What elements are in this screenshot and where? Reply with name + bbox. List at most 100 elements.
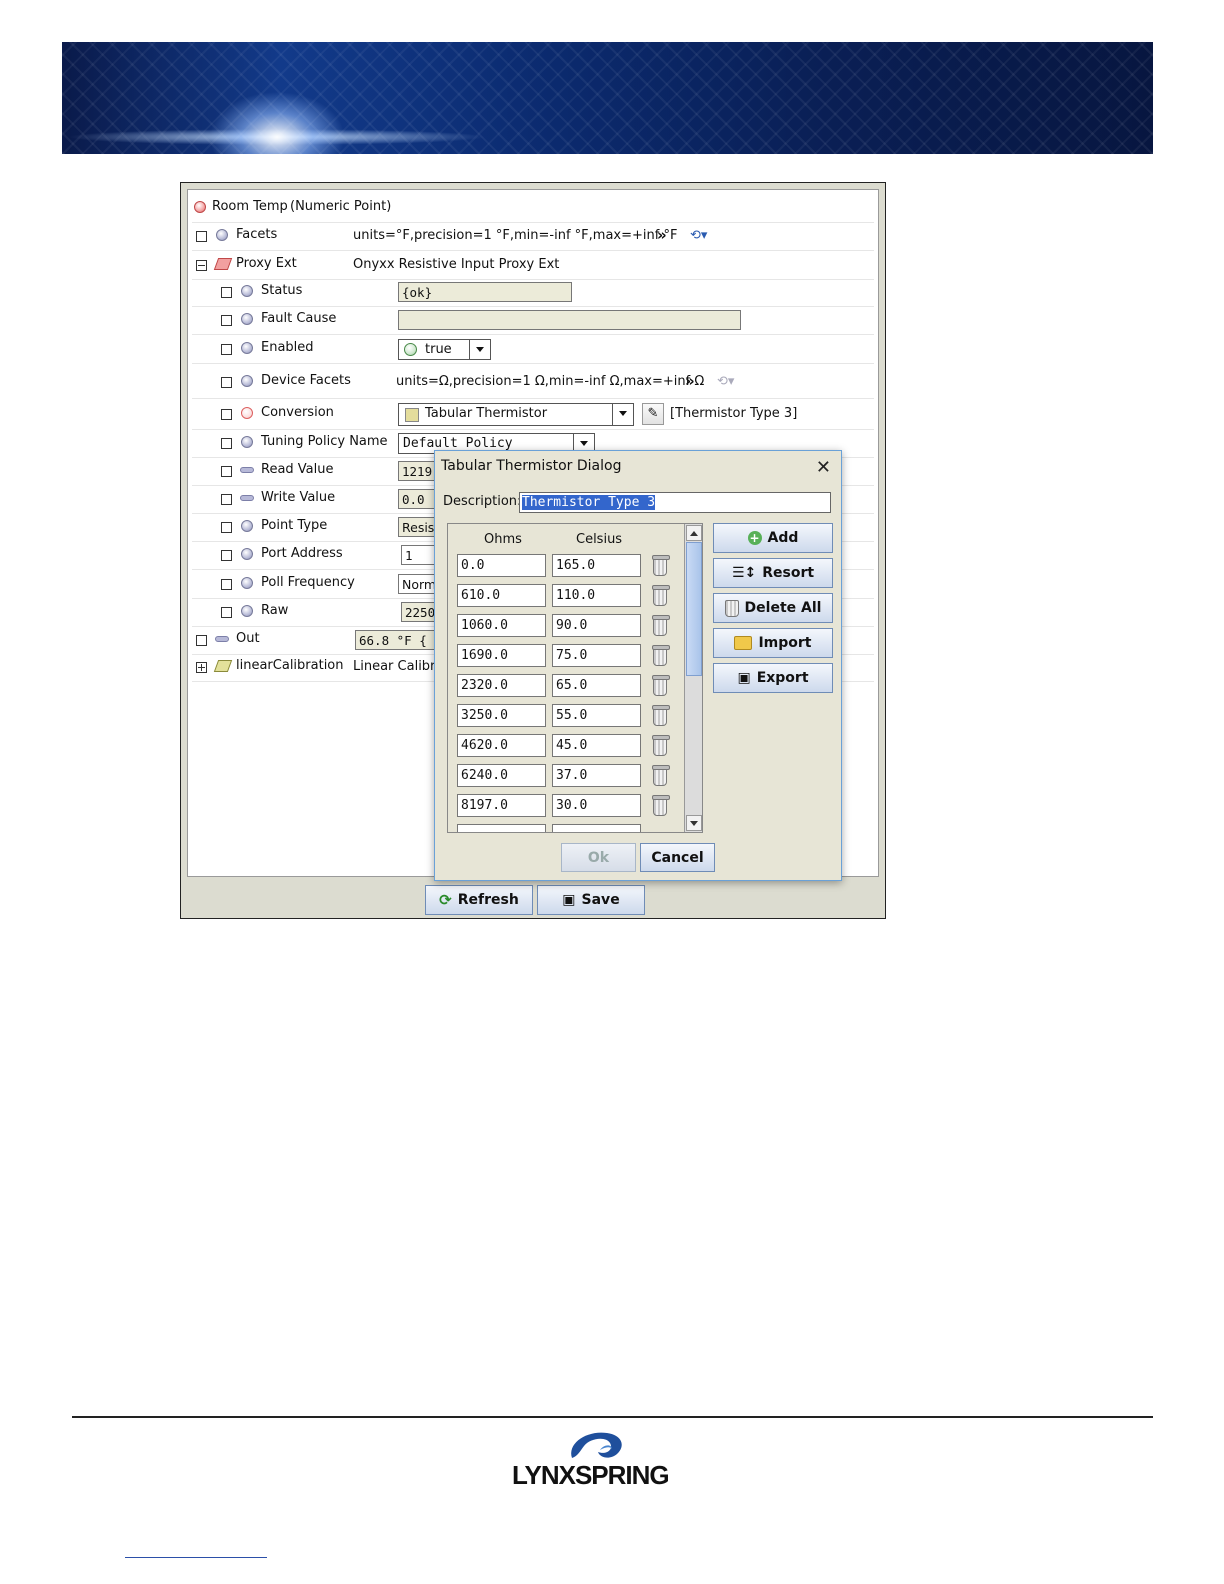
conversion-detail: [Thermistor Type 3] [670,406,798,421]
footer-link-underline[interactable] [125,1557,267,1558]
conversion-select[interactable]: Tabular Thermistor [398,403,634,426]
ohms-cell[interactable]: 0.0 [457,554,546,577]
celsius-cell[interactable]: 75.0 [552,644,641,667]
dialog-title: Tabular Thermistor Dialog [441,458,622,474]
expand-checkbox[interactable] [221,438,232,449]
expand-checkbox[interactable] [221,315,232,326]
collapse-checkbox[interactable] [196,260,207,271]
celsius-cell[interactable]: 55.0 [552,704,641,727]
edit-icon[interactable]: ✎ [642,403,664,425]
table-scrollbar[interactable] [684,524,702,832]
delete-row-trash-icon[interactable] [652,675,670,696]
poll-frequency-select[interactable]: Norma [398,574,438,594]
expand-checkbox[interactable] [221,377,232,388]
ohms-cell[interactable]: 1690.0 [457,644,546,667]
lynxspring-logo: LYNXSPRING [512,1428,692,1490]
out-field: 66.8 °F { [355,630,438,650]
celsius-cell[interactable]: 90.0 [552,614,641,637]
ohms-cell[interactable]: 2320.0 [457,674,546,697]
expand-checkbox[interactable] [196,635,207,646]
chevron-double-right-icon[interactable]: » [685,372,695,390]
linear-calibration-value: Linear Calibra [353,659,438,674]
point-type-select[interactable]: Resist [398,517,438,537]
delete-all-button[interactable]: Delete All [713,593,833,623]
enabled-select[interactable]: true [398,339,491,360]
add-label: Add [767,530,799,546]
delete-row-trash-icon[interactable] [652,795,670,816]
point-name: Room Temp [212,199,288,214]
expand-checkbox[interactable] [221,579,232,590]
sort-icon: ☰↕ [731,565,757,581]
expand-checkbox[interactable] [221,494,232,505]
refresh-button[interactable]: ⟳ Refresh [425,885,533,915]
ohms-cell[interactable]: 8197.0 [457,794,546,817]
device-facets-value: units=Ω,precision=1 Ω,min=-inf Ω,max=+in… [396,374,705,389]
row-fault-cause: Fault Cause [192,306,874,335]
ohms-cell[interactable]: 1060.0 [457,614,546,637]
ok-button[interactable]: Ok [561,843,636,872]
enabled-value: true [425,342,452,357]
row-status: Status {ok} [192,278,874,307]
chevron-down-icon[interactable] [612,404,633,425]
celsius-cell[interactable]: 45.0 [552,734,641,757]
port-address-input[interactable]: 1 [401,545,438,565]
celsius-cell[interactable]: 30.0 [552,794,641,817]
header-banner [62,42,1153,154]
cancel-label: Cancel [651,849,704,866]
property-icon [241,520,253,532]
ohms-cell[interactable]: 3250.0 [457,704,546,727]
calibration-icon [213,660,233,672]
export-button[interactable]: ▣ Export [713,663,833,693]
enabled-label: Enabled [261,340,314,355]
table-cell-partial[interactable] [457,824,546,832]
celsius-cell[interactable]: 165.0 [552,554,641,577]
scroll-up-arrow-icon[interactable] [686,525,702,541]
import-button[interactable]: Import [713,628,833,658]
save-button[interactable]: ▣ Save [537,885,645,915]
expand-checkbox[interactable] [221,550,232,561]
expand-checkbox[interactable] [196,231,207,242]
delete-row-trash-icon[interactable] [652,585,670,606]
chevron-double-right-icon[interactable]: » [657,226,667,244]
refresh-icon: ⟳ [439,891,452,909]
resort-button[interactable]: ☰↕ Resort [713,558,833,588]
celsius-cell[interactable]: 37.0 [552,764,641,787]
delete-row-trash-icon[interactable] [652,615,670,636]
expand-checkbox[interactable] [221,409,232,420]
property-icon [241,342,253,354]
expand-checkbox[interactable] [221,607,232,618]
delete-all-label: Delete All [744,600,822,616]
delete-row-trash-icon[interactable] [652,645,670,666]
close-icon[interactable]: ✕ [816,457,831,478]
ohms-cell[interactable]: 4620.0 [457,734,546,757]
celsius-cell[interactable]: 65.0 [552,674,641,697]
facets-label: Facets [236,227,278,242]
delete-row-trash-icon[interactable] [652,705,670,726]
description-input[interactable]: Thermistor Type 3 [519,492,831,513]
scroll-down-arrow-icon[interactable] [686,815,702,831]
delete-row-trash-icon[interactable] [652,765,670,786]
expand-checkbox[interactable] [221,287,232,298]
ohms-cell[interactable]: 610.0 [457,584,546,607]
add-button[interactable]: + Add [713,523,833,553]
history-icon[interactable]: ⟲▾ [690,228,707,243]
cancel-button[interactable]: Cancel [640,843,715,872]
property-icon [241,285,253,297]
read-value-field: 1219 [398,461,438,481]
expand-checkbox[interactable] [196,662,207,673]
row-facets: Facets units=°F,precision=1 °F,min=-inf … [192,222,874,251]
chevron-down-icon[interactable] [469,340,490,359]
tuning-policy-label: Tuning Policy Name [261,434,388,449]
delete-row-trash-icon[interactable] [652,555,670,576]
celsius-cell[interactable]: 110.0 [552,584,641,607]
thermistor-table: Ohms Celsius 0.0 165.0 610.0 110.0 1060.0 90.… [447,523,703,833]
expand-checkbox[interactable] [221,344,232,355]
proxy-ext-label: Proxy Ext [236,256,297,271]
scroll-thumb[interactable] [686,542,702,676]
expand-checkbox[interactable] [221,466,232,477]
table-cell-partial[interactable] [552,824,641,832]
port-address-label: Port Address [261,546,343,561]
delete-row-trash-icon[interactable] [652,735,670,756]
ohms-cell[interactable]: 6240.0 [457,764,546,787]
expand-checkbox[interactable] [221,522,232,533]
